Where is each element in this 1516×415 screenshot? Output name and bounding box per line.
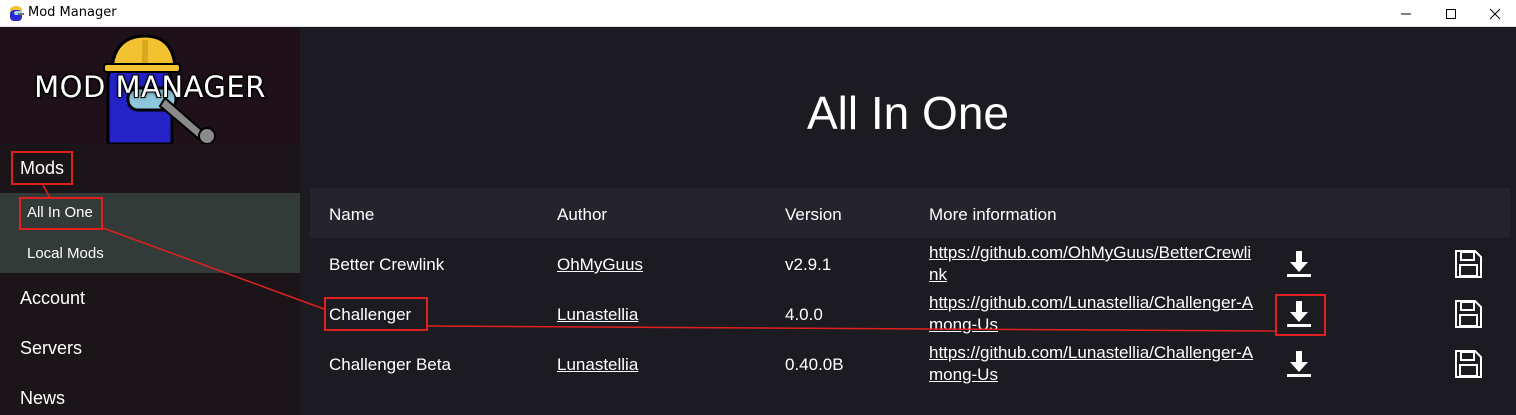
annotation-box [11,151,73,185]
column-header-more-information: More information [929,205,1057,224]
mod-name: Better Crewlink [329,255,445,274]
download-icon[interactable] [1282,346,1316,380]
app-logo: MOD MANAGER [0,28,300,144]
window-titlebar: Mod Manager [0,0,1516,27]
sidebar-item-servers[interactable]: Servers [0,323,300,373]
sidebar-item-local-mods[interactable]: Local Mods [27,245,104,262]
close-button[interactable] [1472,0,1516,27]
minimize-button[interactable] [1383,0,1429,27]
main-content: All In One Name Author Version More info… [300,28,1516,415]
logo-title: MOD MANAGER [34,70,266,104]
mod-version: v2.9.1 [785,255,832,274]
sidebar-item-news[interactable]: News [0,373,300,415]
download-icon[interactable] [1282,246,1316,280]
annotation-box [19,197,103,230]
save-icon[interactable] [1452,298,1484,330]
author-link[interactable]: OhMyGuus [557,255,643,275]
column-header-version: Version [785,205,842,224]
minimize-icon [1401,13,1411,14]
sidebar-item-label: News [20,388,66,408]
annotation-box [324,297,428,331]
save-icon[interactable] [1452,248,1484,280]
table-header: Name Author Version More information [310,188,1510,238]
mod-name: Challenger Beta [329,355,451,374]
maximize-button[interactable] [1428,0,1474,27]
window-title: Mod Manager [28,5,117,20]
sidebar-item-account[interactable]: Account [0,273,300,323]
author-link[interactable]: Lunastellia [557,305,638,325]
save-icon[interactable] [1452,348,1484,380]
info-link[interactable]: https://github.com/Lunastellia/Challenge… [929,292,1254,336]
maximize-icon [1446,8,1456,19]
mod-version: 0.40.0B [785,355,844,374]
info-link[interactable]: https://github.com/Lunastellia/Challenge… [929,342,1254,386]
mod-version: 4.0.0 [785,305,823,324]
author-link[interactable]: Lunastellia [557,355,638,375]
page-title: All In One [807,87,1009,139]
column-header-author: Author [557,205,608,224]
sidebar-item-label: Account [20,288,86,308]
annotation-box [1275,294,1326,336]
column-header-name: Name [329,205,375,224]
info-link[interactable]: https://github.com/OhMyGuus/BetterCrewli… [929,242,1254,286]
sidebar-item-label: Servers [20,338,83,358]
among-us-crewmate-icon [10,6,24,21]
close-icon [1489,8,1501,19]
